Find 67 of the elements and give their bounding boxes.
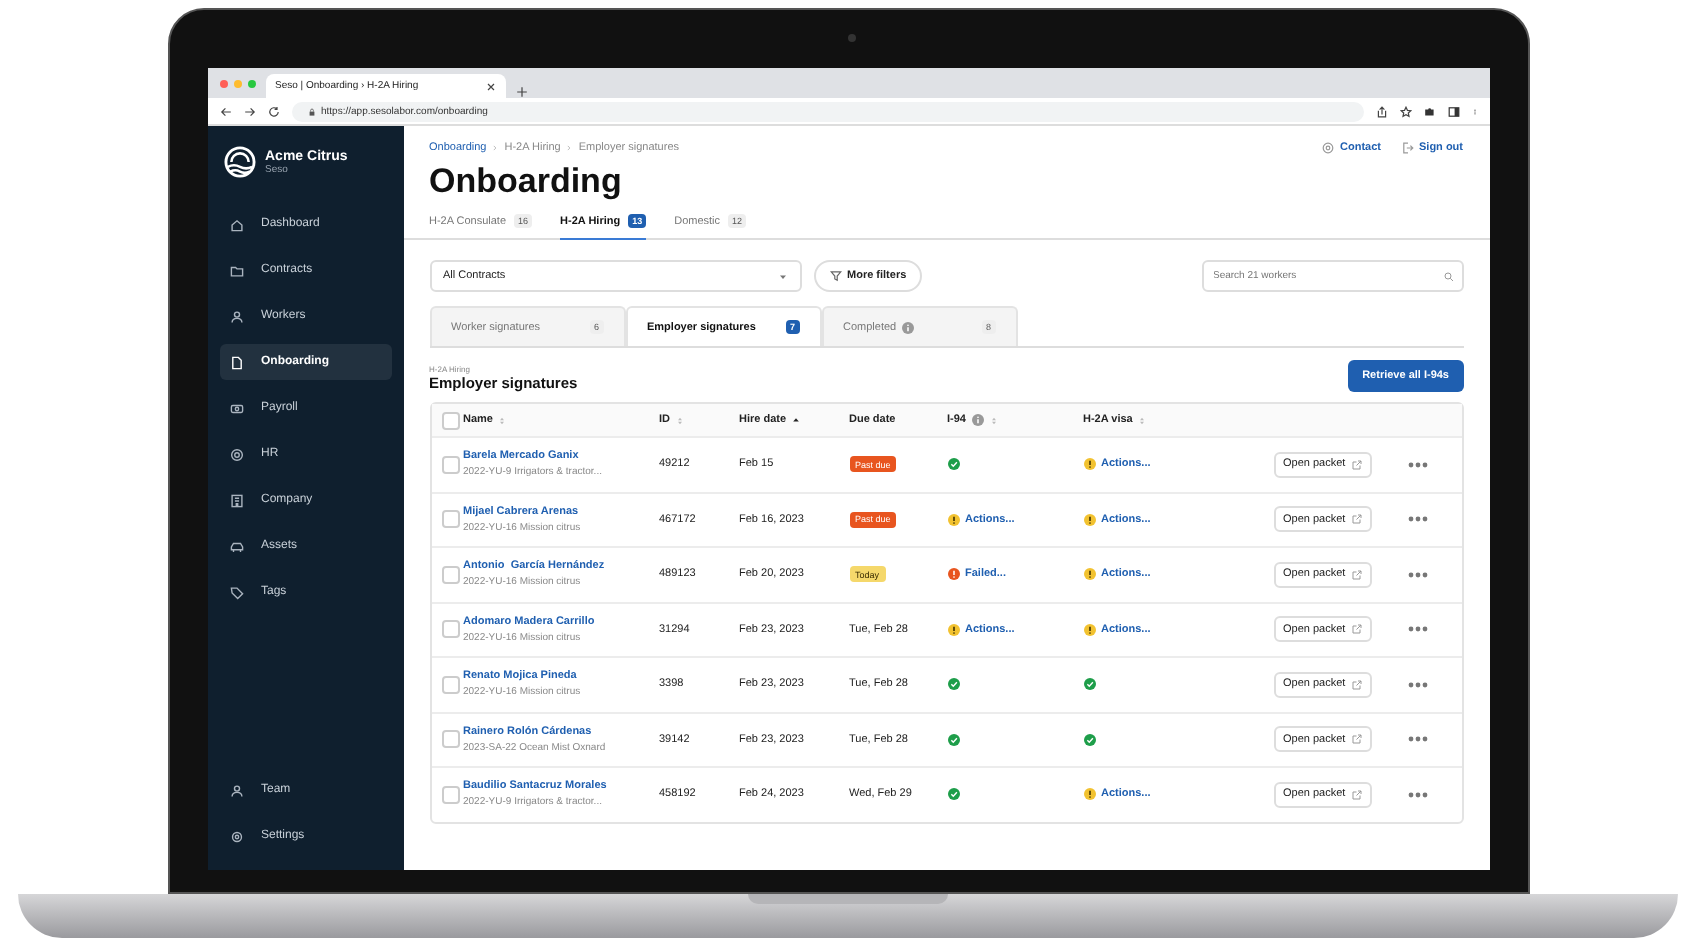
alert-circle-icon — [1083, 568, 1095, 581]
sidebar-icon[interactable] — [1447, 105, 1459, 117]
external-link-icon — [1351, 514, 1362, 525]
share-icon[interactable] — [1375, 105, 1387, 117]
chevron-icon — [492, 144, 499, 152]
more-icon[interactable] — [1407, 681, 1427, 688]
close-icon[interactable] — [485, 81, 495, 91]
zoom-dot[interactable] — [247, 79, 255, 87]
checkbox[interactable] — [441, 730, 459, 749]
sort-ascending-icon[interactable] — [792, 415, 801, 425]
folder-icon — [229, 263, 243, 277]
check-circle-icon — [947, 458, 959, 471]
close-dot[interactable] — [219, 79, 227, 87]
alert-circle-icon — [1083, 458, 1095, 471]
ring-icon — [229, 447, 243, 461]
alert-circle-icon — [1083, 513, 1095, 526]
alert-circle-icon — [947, 623, 959, 636]
checkbox[interactable] — [441, 785, 459, 804]
minimize-dot[interactable] — [233, 79, 241, 87]
filter-icon — [829, 270, 841, 282]
more-icon[interactable] — [1407, 571, 1427, 578]
check-circle-icon — [947, 733, 959, 746]
logo-icon — [223, 146, 255, 178]
external-link-icon — [1351, 459, 1362, 470]
more-icon[interactable] — [1407, 626, 1427, 633]
checkbox[interactable] — [441, 620, 459, 639]
plus-icon[interactable] — [515, 86, 527, 98]
page-title: Onboarding — [429, 162, 624, 202]
external-link-icon — [1351, 679, 1362, 690]
building-icon — [229, 493, 243, 507]
star-icon[interactable] — [1399, 105, 1411, 117]
caret-icon — [777, 271, 787, 281]
alert-circle-icon — [947, 513, 959, 526]
alert-circle-icon — [947, 568, 959, 581]
checkbox[interactable] — [441, 455, 459, 474]
more-icon[interactable] — [1407, 516, 1427, 523]
more-icon[interactable] — [1407, 736, 1427, 743]
reload-icon[interactable] — [267, 105, 279, 117]
more-icon[interactable] — [1407, 791, 1427, 798]
checkbox[interactable] — [441, 565, 459, 584]
alert-circle-icon — [1083, 788, 1095, 801]
lock-icon — [307, 107, 315, 115]
more-icon[interactable] — [1407, 461, 1427, 468]
person-icon — [229, 309, 243, 323]
exit-icon — [1401, 142, 1413, 154]
forward-icon[interactable] — [243, 105, 255, 117]
chevron-icon — [566, 144, 573, 152]
external-link-icon — [1351, 624, 1362, 635]
back-icon[interactable] — [219, 105, 231, 117]
external-link-icon — [1351, 734, 1362, 745]
check-circle-icon — [1083, 733, 1095, 746]
checkbox[interactable] — [441, 411, 459, 429]
external-link-icon — [1351, 569, 1362, 580]
external-link-icon — [1351, 789, 1362, 800]
house-icon — [229, 217, 243, 231]
check-circle-icon — [947, 788, 959, 801]
tag-icon — [229, 585, 243, 599]
car-icon — [229, 539, 243, 553]
search-icon — [1443, 271, 1453, 281]
alert-circle-icon — [1083, 623, 1095, 636]
banknote-icon — [229, 401, 243, 415]
checkbox[interactable] — [441, 675, 459, 694]
document-icon — [229, 355, 243, 369]
person-icon — [229, 783, 243, 797]
check-circle-icon — [947, 678, 959, 691]
checkbox[interactable] — [441, 510, 459, 529]
check-circle-icon — [1083, 678, 1095, 691]
